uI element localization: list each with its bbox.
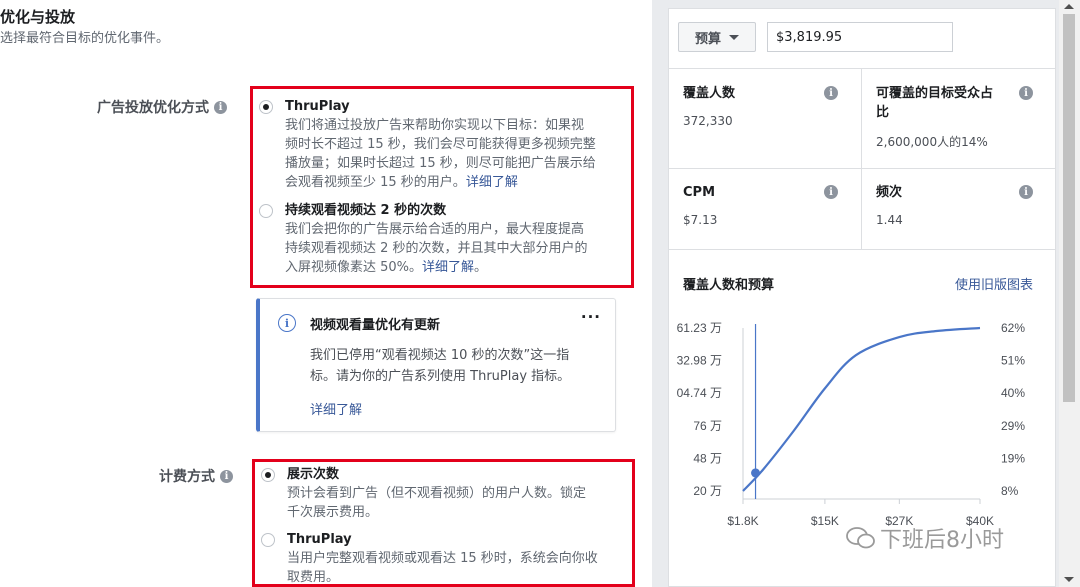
option-desc-text: 入屏视频像素达 50%。 xyxy=(285,260,423,275)
reach-label: 覆盖人数 xyxy=(683,86,736,101)
y-left-tick-label: 32.98 万 xyxy=(677,354,722,368)
watermark-text: 下班后8小时 xyxy=(880,528,1004,553)
caret-down-icon xyxy=(729,34,739,40)
notice-card: i 视频观看量优化有更新 ··· 我们已停用“观看视频达 10 秒的次数”这一指… xyxy=(256,298,616,432)
reach-value: 372,330 xyxy=(683,114,733,128)
radio-2sec-views[interactable] xyxy=(259,204,273,218)
option-desc-text: 会观看视频至少 15 秒的用户。 xyxy=(285,175,466,190)
y-right-tick-label: 29% xyxy=(1001,419,1025,433)
y-right-tick-label: 40% xyxy=(1001,386,1025,400)
option-desc-line: 预计会看到广告（但不观看视频）的用户人数。锁定 xyxy=(287,486,587,501)
option-2sec-views[interactable]: 持续观看视频达 2 秒的次数 我们会把你的广告展示给合适的用户，最大程度提高 持… xyxy=(259,202,621,277)
option-desc-line: 播放量；如果时长超过 15 秒，则尽可能把广告展示给 xyxy=(285,156,596,171)
info-icon[interactable]: i xyxy=(1019,86,1033,100)
y-left-tick-label: 04.74 万 xyxy=(677,386,722,400)
option-impressions[interactable]: 展示次数 预计会看到广告（但不观看视频）的用户人数。锁定 千次展示费用。 xyxy=(261,466,622,522)
optimization-options-box: ThruPlay 我们将通过投放广告来帮助你实现以下目标：如果视 频时长不超过 … xyxy=(250,86,634,288)
radio-impressions[interactable] xyxy=(261,468,275,482)
info-icon[interactable]: i xyxy=(214,100,227,114)
budget-type-label: 预算 xyxy=(694,31,721,47)
audience-share-label-line1: 可覆盖的目标受众占 xyxy=(876,86,994,101)
y-left-tick-label: 61.23 万 xyxy=(677,321,722,335)
reach-curve-line xyxy=(742,326,981,492)
info-icon[interactable]: i xyxy=(220,469,233,483)
radio-billing-thruplay[interactable] xyxy=(261,533,275,547)
cpm-value: $7.13 xyxy=(683,213,718,227)
option-desc-line: 频时长不超过 15 秒，我们会尽可能获得更多视频完整 xyxy=(285,137,596,152)
y-right-tick-label: 8% xyxy=(1001,484,1019,498)
option-desc-line: 会观看视频至少 15 秒的用户。详细了解 xyxy=(285,173,621,192)
radio-thruplay[interactable] xyxy=(259,100,273,114)
chart-title: 覆盖人数和预算 xyxy=(683,278,775,293)
info-circle-icon: i xyxy=(278,314,296,332)
section-subtitle: 选择最符合目标的优化事件。 xyxy=(0,31,170,46)
optimization-label-text: 广告投放优化方式 xyxy=(97,100,209,116)
option-desc-line: 我们会把你的广告展示给合适的用户，最大程度提高 xyxy=(285,222,585,237)
y-left-tick-label: 76 万 xyxy=(693,419,722,433)
option-desc-line: 持续观看视频达 2 秒的次数，并且其中大部分用户的 xyxy=(285,241,588,256)
divider xyxy=(669,168,1055,169)
legacy-chart-link[interactable]: 使用旧版图表 xyxy=(955,274,1033,293)
notice-body-line: 我们已停用“观看视频达 10 秒的次数”这一指 xyxy=(310,348,570,363)
option-title: ThruPlay xyxy=(287,532,352,547)
scroll-down-icon[interactable] xyxy=(1064,577,1074,582)
reach-budget-chart: 61.23 万 32.98 万 04.74 万 76 万 48 万 20 万 62% 51% 4… xyxy=(677,321,1026,528)
y-right-tick-label: 51% xyxy=(1001,354,1025,368)
y-left-tick-label: 20 万 xyxy=(693,484,722,498)
divider xyxy=(669,68,1055,69)
x-tick-label: $1.8K xyxy=(727,514,758,528)
y-left-tick-label: 48 万 xyxy=(693,451,722,465)
more-options-icon[interactable]: ··· xyxy=(581,308,601,326)
wechat-icon xyxy=(846,527,875,549)
scroll-up-icon[interactable] xyxy=(1064,4,1074,9)
y-right-tick-label: 19% xyxy=(1001,451,1025,465)
section-title: 优化与投放 xyxy=(0,8,76,26)
scrollbar-thumb[interactable] xyxy=(1063,14,1075,402)
frequency-value: 1.44 xyxy=(876,213,903,227)
notice-learn-more-link[interactable]: 详细了解 xyxy=(310,399,362,418)
info-icon[interactable]: i xyxy=(824,86,838,100)
learn-more-link[interactable]: 详细了解 xyxy=(466,175,518,190)
notice-title: 视频观看量优化有更新 xyxy=(310,318,441,333)
billing-label: 计费方式 i xyxy=(159,466,233,486)
option-desc-line: 入屏视频像素达 50%。详细了解。 xyxy=(285,258,621,277)
audience-share-label-line2: 比 xyxy=(876,105,890,120)
divider xyxy=(861,68,862,249)
learn-more-link[interactable]: 详细了解 xyxy=(422,260,474,275)
notice-body-line: 标。请为你的广告系列使用 ThruPlay 指标。 xyxy=(310,369,571,384)
budget-input[interactable]: $3,819.95 xyxy=(767,22,953,52)
optimization-label: 广告投放优化方式 i xyxy=(97,97,227,117)
notice-body: 我们已停用“观看视频达 10 秒的次数”这一指 标。请为你的广告系列使用 Thr… xyxy=(310,345,600,387)
frequency-label: 频次 xyxy=(876,185,903,200)
budget-marker-point xyxy=(751,468,761,478)
option-title: ThruPlay xyxy=(285,99,350,114)
option-desc-line: 千次展示费用。 xyxy=(287,505,379,520)
budget-type-dropdown[interactable]: 预算 xyxy=(678,22,756,52)
option-desc-line: 当用户完整观看视频或观看达 15 秒时，系统会向你收 xyxy=(287,551,598,566)
option-desc-line: 取费用。 xyxy=(287,570,340,585)
watermark: 下班后8小时 xyxy=(846,522,1004,554)
info-icon[interactable]: i xyxy=(1019,185,1033,199)
option-desc-suffix: 。 xyxy=(474,260,488,275)
info-icon[interactable]: i xyxy=(824,185,838,199)
billing-options-box: 展示次数 预计会看到广告（但不观看视频）的用户人数。锁定 千次展示费用。 Thr… xyxy=(252,459,635,587)
option-billing-thruplay[interactable]: ThruPlay 当用户完整观看视频或观看达 15 秒时，系统会向你收 取费用。 xyxy=(261,531,622,587)
cpm-label: CPM xyxy=(683,185,716,200)
billing-label-text: 计费方式 xyxy=(159,469,215,485)
option-desc-line: 我们将通过投放广告来帮助你实现以下目标：如果视 xyxy=(285,118,585,133)
option-title: 展示次数 xyxy=(287,467,340,482)
audience-share-value: 2,600,000人的14% xyxy=(876,135,988,149)
y-right-tick-label: 62% xyxy=(1001,321,1025,335)
option-title: 持续观看视频达 2 秒的次数 xyxy=(285,203,447,218)
divider xyxy=(669,249,1055,250)
option-thruplay[interactable]: ThruPlay 我们将通过投放广告来帮助你实现以下目标：如果视 频时长不超过 … xyxy=(259,98,621,192)
x-tick-label: $15K xyxy=(811,514,839,528)
